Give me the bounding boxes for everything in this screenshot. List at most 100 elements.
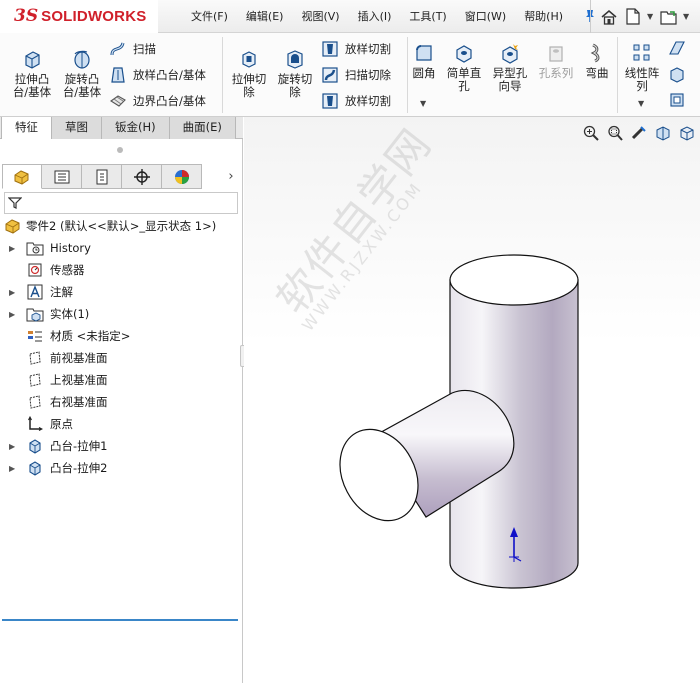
revolve-cut-button[interactable]: 旋转切 除	[272, 47, 318, 99]
boundary-boss-label: 边界凸台/基体	[133, 94, 206, 108]
boss-extrude-icon	[26, 459, 44, 477]
menu-window[interactable]: 窗口(W)	[456, 0, 515, 33]
extrude-boss-button[interactable]: 拉伸凸 台/基体	[8, 47, 56, 99]
sweep-cut-button[interactable]: 扫描切除	[320, 65, 391, 85]
open-dropdown-chevron-icon[interactable]: ▼	[683, 12, 691, 21]
new-document-icon[interactable]	[623, 7, 643, 27]
menu-tools[interactable]: 工具(T)	[400, 0, 455, 33]
tree-item-label: 实体(1)	[50, 307, 90, 321]
tab-features[interactable]: 特征	[1, 117, 52, 139]
extrude-cut-button[interactable]: 拉伸切 除	[226, 47, 272, 99]
tree-item-right-plane[interactable]: 右视基准面	[0, 391, 240, 413]
expand-arrow-icon[interactable]: ▶	[9, 442, 19, 451]
loft-boss-button[interactable]: 放样凸台/基体	[108, 65, 206, 85]
fillet-dropdown-chevron-icon[interactable]: ▼	[420, 99, 426, 108]
dimxpert-manager-tab[interactable]	[122, 164, 162, 189]
revolve-boss-label: 旋转凸 台/基体	[62, 72, 102, 99]
home-icon[interactable]	[599, 7, 619, 27]
expand-arrow-icon[interactable]: ▶	[9, 288, 19, 297]
loft-boss-icon	[108, 65, 128, 85]
loft-cut-icon	[320, 39, 340, 59]
configuration-manager-tab[interactable]	[82, 164, 122, 189]
tree-item-solid-bodies[interactable]: ▶ 实体(1)	[0, 303, 240, 325]
loft-cut-label-bottom: 放样切割	[345, 94, 391, 108]
configuration-icon	[96, 169, 107, 184]
property-list-icon	[54, 170, 69, 183]
tree-item-label: 传感器	[50, 263, 85, 277]
property-manager-tab[interactable]	[42, 164, 82, 189]
tab-sheet-metal[interactable]: 钣金(H)	[102, 117, 170, 139]
loft-cut-button-top[interactable]: 放样切割	[320, 39, 391, 59]
tree-filter-box[interactable]	[4, 192, 238, 214]
appearance-icon	[174, 169, 189, 184]
open-document-icon[interactable]	[659, 7, 679, 27]
menu-edit[interactable]: 编辑(E)	[237, 0, 293, 33]
tree-item-boss-extrude-2[interactable]: ▶ 凸台-拉伸2	[0, 457, 240, 479]
fillet-button[interactable]: 圆角	[409, 41, 439, 80]
expand-arrow-icon[interactable]: ▶	[9, 310, 19, 319]
draft-icon[interactable]	[668, 65, 688, 85]
panel-tab-strip	[2, 164, 202, 189]
feature-tree: 零件2 (默认<<默认>_显示状态 1>) ▶ History 传感器 ▶ 注解…	[0, 215, 240, 479]
sensor-icon	[26, 261, 44, 279]
linear-pattern-label: 线性阵 列	[624, 66, 660, 93]
pattern-dropdown-chevron-icon[interactable]: ▼	[638, 99, 644, 108]
menu-bar: 文件(F) 编辑(E) 视图(V) 插入(I) 工具(T) 窗口(W) 帮助(H…	[182, 0, 572, 33]
menu-file[interactable]: 文件(F)	[182, 0, 237, 33]
sweep-label: 扫描	[133, 42, 156, 56]
shell-icon[interactable]	[668, 91, 688, 111]
hole-series-label: 孔系列	[538, 66, 574, 80]
tree-root-part[interactable]: 零件2 (默认<<默认>_显示状态 1>)	[0, 215, 240, 237]
tree-item-boss-extrude-1[interactable]: ▶ 凸台-拉伸1	[0, 435, 240, 457]
hole-series-button[interactable]: 孔系列	[534, 41, 578, 80]
boss-extrude-icon	[26, 437, 44, 455]
fillet-icon	[412, 41, 436, 65]
wrap-icon	[585, 41, 609, 65]
tree-item-history[interactable]: ▶ History	[0, 237, 240, 259]
solidworks-logo[interactable]: 3S SOLIDWORKS	[0, 0, 158, 33]
extrude-cut-label: 拉伸切 除	[231, 72, 267, 99]
tab-surfaces[interactable]: 曲面(E)	[169, 117, 236, 139]
loft-cut-button-bottom[interactable]: 放样切割	[320, 91, 391, 111]
hole-wizard-icon	[498, 41, 522, 65]
solid-body-icon	[26, 305, 44, 323]
rib-icon[interactable]	[668, 39, 688, 59]
graphics-viewport[interactable]: 软件自学网 WWW.RJZXW.COM	[244, 117, 700, 683]
wrap-button[interactable]: 弯曲	[580, 41, 614, 80]
linear-pattern-button[interactable]: 线性阵 列	[620, 41, 664, 93]
panel-grip-handle[interactable]	[117, 147, 123, 153]
part-model[interactable]	[244, 117, 700, 683]
fillet-label: 圆角	[412, 66, 436, 80]
menu-view[interactable]: 视图(V)	[292, 0, 348, 33]
menu-help[interactable]: 帮助(H)	[515, 0, 572, 33]
menu-insert[interactable]: 插入(I)	[349, 0, 401, 33]
rollback-bar[interactable]	[2, 619, 238, 621]
tree-item-label: 上视基准面	[50, 373, 108, 387]
feature-tree-icon	[14, 169, 29, 185]
sweep-button[interactable]: 扫描	[108, 39, 156, 59]
new-dropdown-chevron-icon[interactable]: ▼	[647, 12, 655, 21]
feature-manager-panel: › 零件2 (默认<<默认>_显示状态 1>) ▶ History 传感器 ▶	[0, 139, 243, 683]
feature-manager-tab[interactable]	[2, 164, 42, 189]
tree-item-sensors[interactable]: 传感器	[0, 259, 240, 281]
display-manager-tab[interactable]	[162, 164, 202, 189]
tab-sketch[interactable]: 草图	[52, 117, 102, 139]
simple-hole-button[interactable]: 简单直 孔	[442, 41, 486, 93]
tree-item-material[interactable]: 材质 <未指定>	[0, 325, 240, 347]
revolve-boss-button[interactable]: 旋转凸 台/基体	[58, 47, 106, 99]
annotation-icon	[26, 283, 44, 301]
tree-item-front-plane[interactable]: 前视基准面	[0, 347, 240, 369]
plane-icon	[26, 393, 44, 411]
history-folder-icon	[26, 239, 44, 257]
tree-item-top-plane[interactable]: 上视基准面	[0, 369, 240, 391]
panel-tab-scroll-right-icon[interactable]: ›	[222, 164, 240, 189]
expand-arrow-icon[interactable]: ▶	[9, 244, 19, 253]
tree-item-origin[interactable]: 原点	[0, 413, 240, 435]
expand-arrow-icon[interactable]: ▶	[9, 464, 19, 473]
command-manager-tabs: 特征 草图 钣金(H) 曲面(E)	[0, 117, 243, 139]
sweep-icon	[108, 39, 128, 59]
tree-item-label: History	[50, 241, 91, 255]
boundary-boss-button[interactable]: 边界凸台/基体	[108, 91, 206, 111]
tree-item-annotations[interactable]: ▶ 注解	[0, 281, 240, 303]
hole-wizard-button[interactable]: 异型孔 向导	[488, 41, 532, 93]
